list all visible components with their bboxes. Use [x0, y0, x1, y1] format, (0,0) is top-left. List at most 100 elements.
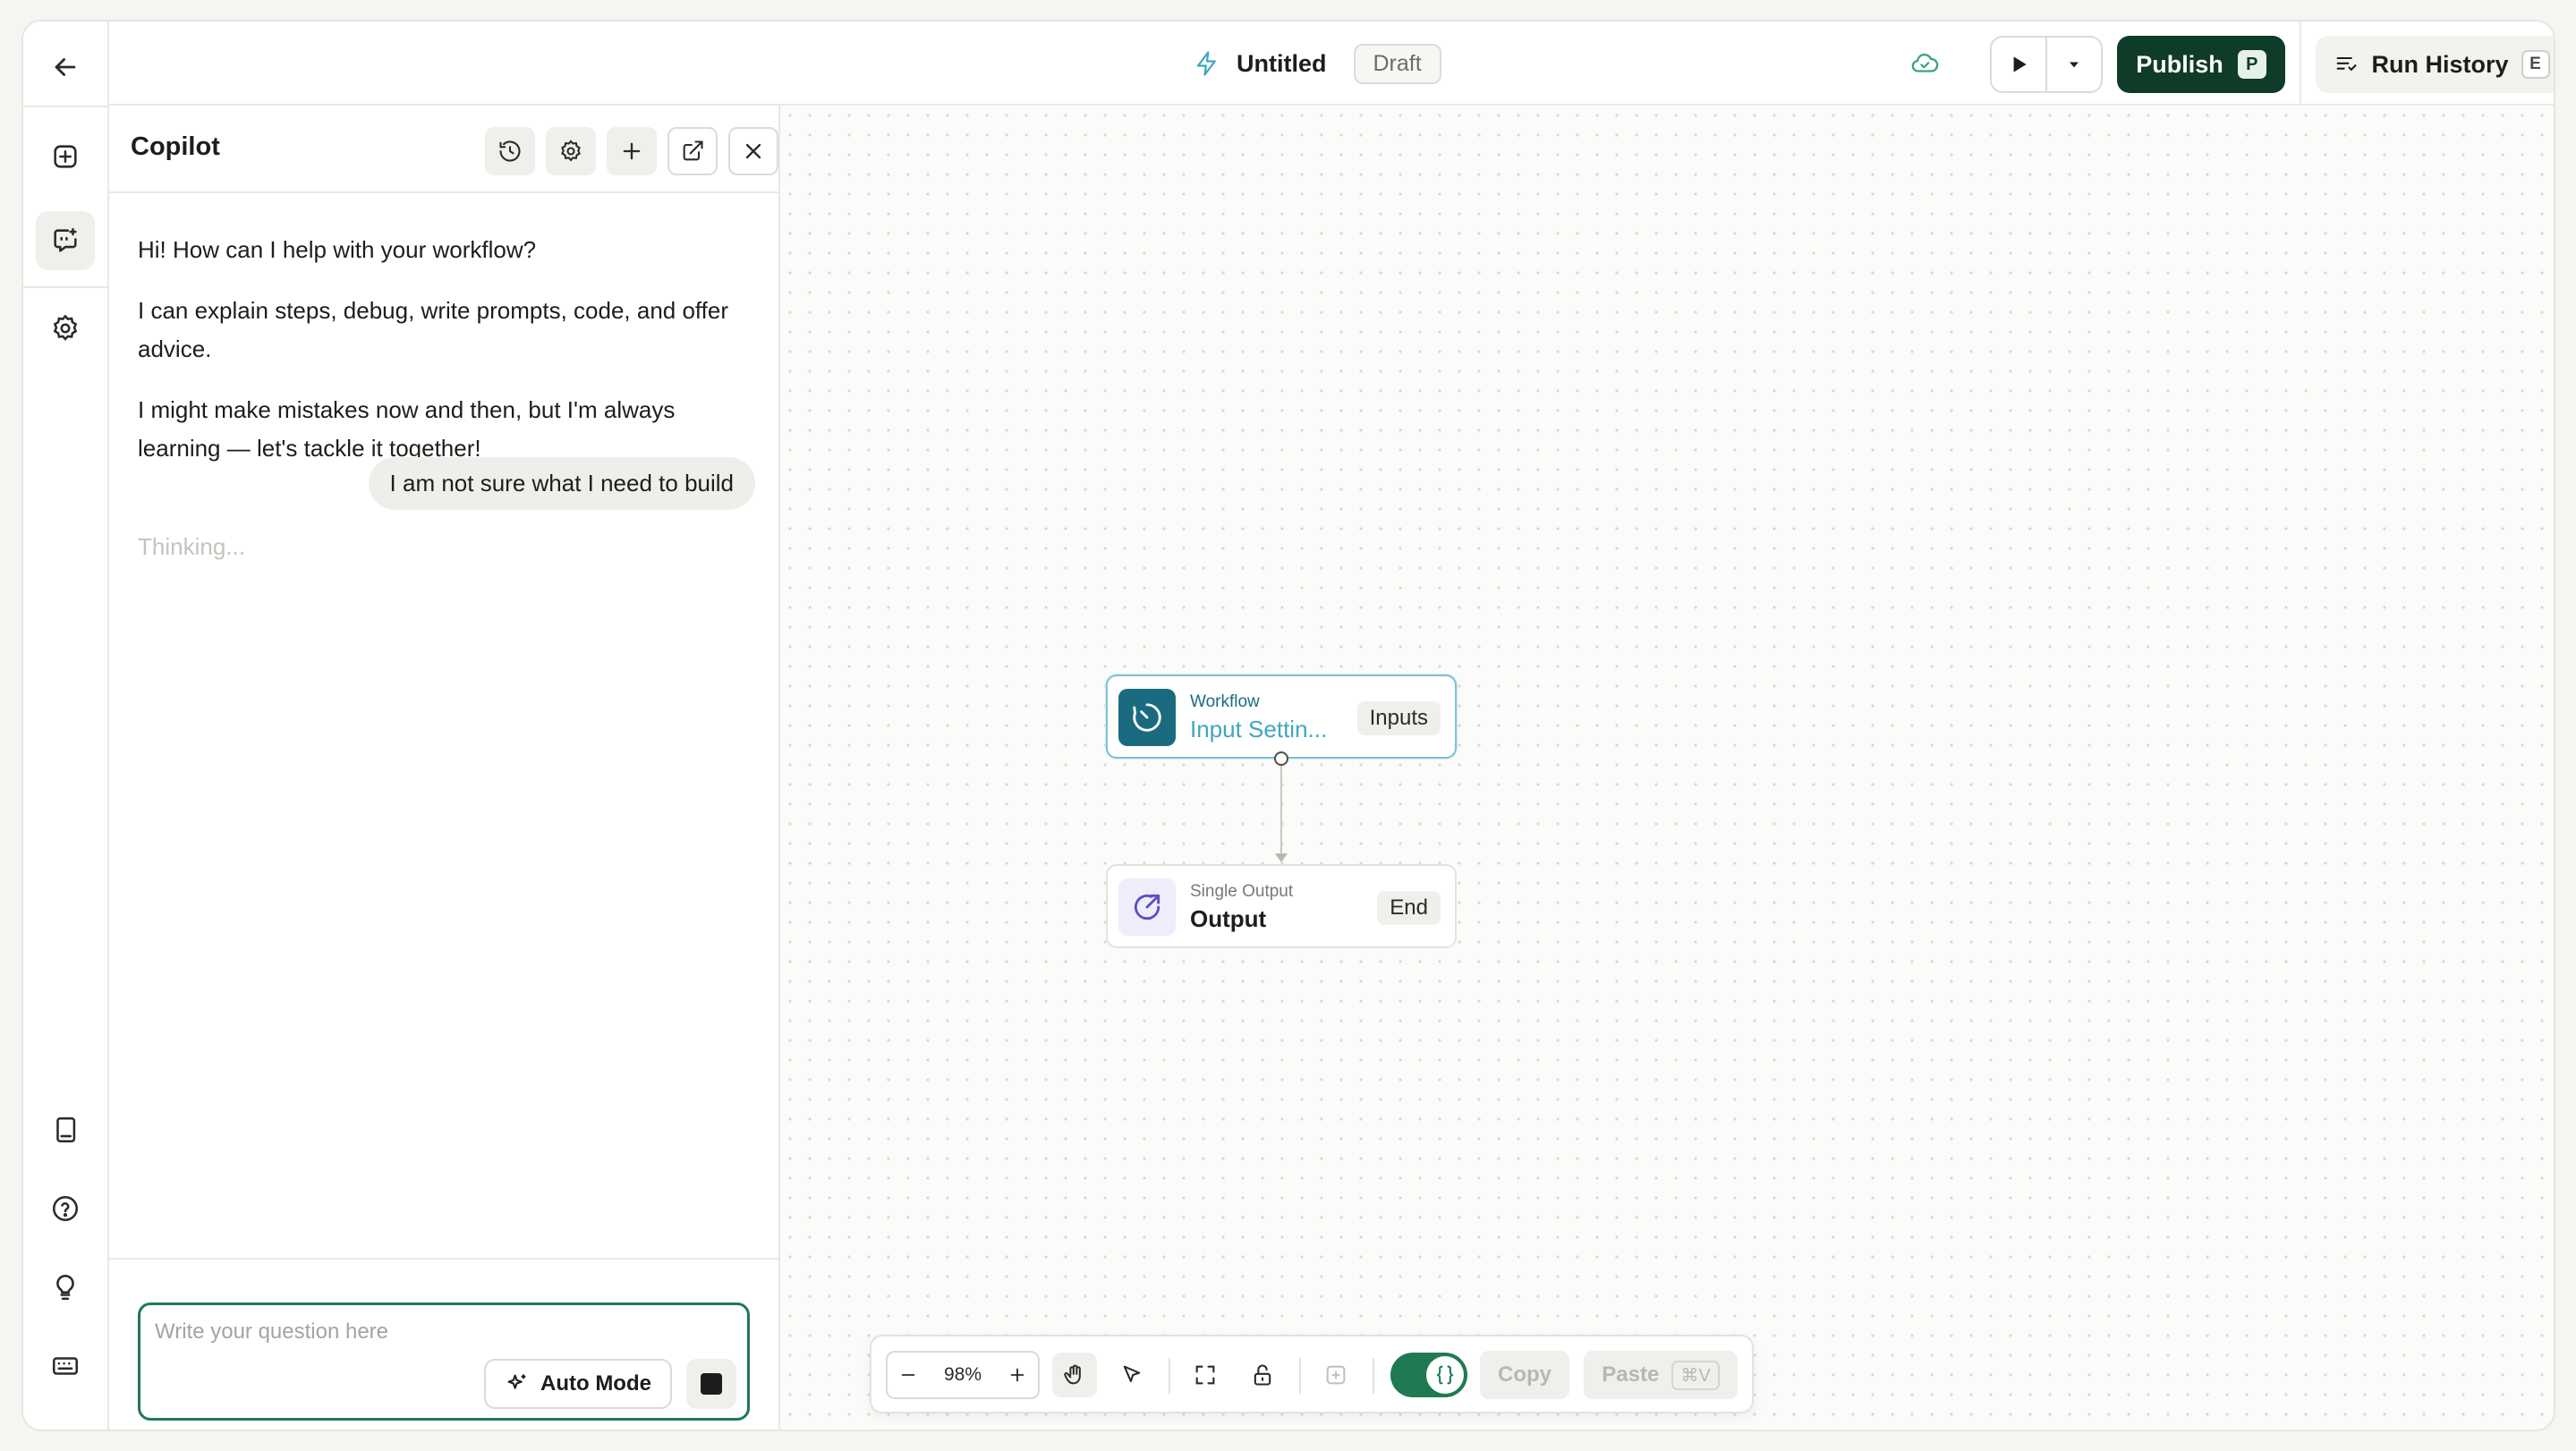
- left-rail: [23, 21, 109, 1430]
- paste-shortcut: ⌘V: [1671, 1360, 1720, 1390]
- publish-shortcut: P: [2237, 50, 2266, 79]
- canvas-toolbar: 98% Copy Paste ⌘V: [870, 1335, 1754, 1413]
- fit-view-button[interactable]: [1183, 1353, 1228, 1397]
- run-button-group: [1990, 36, 2103, 93]
- publish-button[interactable]: Publish P: [2117, 36, 2285, 93]
- node-connector: [1280, 759, 1282, 857]
- hand-tool-button[interactable]: [1052, 1353, 1097, 1397]
- node-icon: [1118, 689, 1176, 746]
- pointer-icon: [1123, 1365, 1141, 1383]
- history-icon: [499, 140, 521, 162]
- arrow-left-icon: [55, 58, 76, 76]
- lightning-icon: [1196, 51, 1216, 76]
- toolbar-divider: [1373, 1358, 1374, 1394]
- assistant-message: I can explain steps, debug, write prompt…: [138, 297, 729, 362]
- external-link-icon: [683, 140, 703, 161]
- cloud-saved-icon: [1911, 53, 1939, 72]
- copilot-title: Copilot: [131, 132, 220, 161]
- stop-icon: [701, 1373, 722, 1395]
- ideas-button[interactable]: [36, 1258, 95, 1317]
- list-icon: [2337, 56, 2358, 72]
- auto-mode-label: Auto Mode: [540, 1371, 651, 1396]
- help-button[interactable]: [36, 1179, 95, 1238]
- run-options-button[interactable]: [2047, 38, 2101, 91]
- zoom-control: 98%: [886, 1351, 1040, 1399]
- node-title: Input Settin...: [1190, 716, 1328, 742]
- run-history-shortcut: E: [2521, 50, 2550, 79]
- back-button[interactable]: [36, 38, 95, 97]
- caret-down-icon: [2070, 62, 2079, 68]
- select-tool-button[interactable]: [1109, 1353, 1154, 1397]
- close-copilot-button[interactable]: [728, 127, 778, 175]
- docs-button[interactable]: [36, 1100, 95, 1159]
- run-button[interactable]: [1992, 38, 2047, 91]
- zoom-out-button[interactable]: [888, 1353, 929, 1397]
- lock-icon: [1254, 1364, 1271, 1386]
- toggle-knob: [1426, 1356, 1464, 1394]
- lock-button[interactable]: [1240, 1353, 1285, 1397]
- copilot-history-button[interactable]: [485, 127, 535, 175]
- toolbar-divider: [1169, 1358, 1170, 1394]
- output-arrow-icon: [1134, 894, 1160, 921]
- gear-icon: [53, 314, 78, 341]
- node-tag: End: [1377, 891, 1441, 925]
- stop-generation-button[interactable]: [686, 1359, 736, 1409]
- close-icon: [745, 143, 761, 159]
- gear-icon: [561, 140, 581, 162]
- question-input[interactable]: [155, 1316, 727, 1348]
- toolbar-divider: [1299, 1358, 1301, 1394]
- plus-icon: [623, 142, 641, 160]
- copilot-settings-button[interactable]: [546, 127, 596, 175]
- paste-button[interactable]: Paste ⌘V: [1584, 1351, 1738, 1399]
- zoom-in-button[interactable]: [997, 1353, 1038, 1397]
- copy-button[interactable]: Copy: [1480, 1351, 1569, 1399]
- top-header: Untitled Draft Publish P Run History E: [109, 21, 2554, 106]
- status-badge: Draft: [1353, 43, 1441, 84]
- add-step-button[interactable]: [36, 127, 95, 186]
- copilot-header: Copilot: [109, 106, 778, 193]
- sparkles-icon: [507, 1374, 526, 1389]
- plus-icon: [1010, 1368, 1024, 1382]
- user-message: I am not sure what I need to build: [368, 457, 755, 510]
- open-external-button[interactable]: [667, 127, 718, 175]
- app-window: Untitled Draft Publish P Run History E C…: [21, 20, 2555, 1431]
- run-history-label: Run History: [2371, 50, 2509, 78]
- new-chat-button[interactable]: [607, 127, 657, 175]
- chat-composer: Auto Mode: [138, 1303, 750, 1421]
- header-divider: [2300, 21, 2301, 106]
- minus-icon: [901, 1374, 915, 1376]
- lightbulb-icon: [56, 1274, 74, 1301]
- output-node[interactable]: Single Output Output End: [1106, 864, 1457, 948]
- copilot-button[interactable]: [36, 211, 95, 270]
- node-tag: Inputs: [1356, 701, 1441, 735]
- workflow-title[interactable]: Untitled: [1237, 50, 1327, 78]
- auto-mode-button[interactable]: Auto Mode: [484, 1359, 672, 1409]
- hand-icon: [1064, 1364, 1081, 1385]
- publish-label: Publish: [2136, 50, 2223, 78]
- add-note-button[interactable]: [1314, 1353, 1358, 1397]
- keyboard-icon: [52, 1357, 79, 1375]
- keyboard-shortcuts-button[interactable]: [36, 1336, 95, 1396]
- run-history-button[interactable]: Run History E: [2316, 36, 2554, 93]
- connector-handle[interactable]: [1274, 751, 1288, 766]
- composer-divider: [109, 1258, 778, 1260]
- node-kind: Workflow: [1190, 692, 1260, 711]
- connector-arrow: [1275, 853, 1288, 862]
- code-mode-toggle[interactable]: [1390, 1353, 1467, 1397]
- timer-icon: [1133, 703, 1161, 732]
- chat-messages: Hi! How can I help with your workflow? I…: [138, 231, 755, 490]
- fullscreen-icon: [1195, 1365, 1215, 1385]
- node-title: Output: [1190, 905, 1267, 932]
- settings-button[interactable]: [36, 299, 95, 358]
- sticky-note-icon: [1326, 1365, 1346, 1385]
- question-circle-icon: [52, 1195, 79, 1222]
- book-icon: [56, 1116, 76, 1143]
- input-settings-node[interactable]: Workflow Input Settin... Inputs: [1106, 675, 1457, 759]
- thinking-indicator: Thinking...: [138, 533, 245, 560]
- play-icon: [2013, 56, 2027, 72]
- workflow-canvas[interactable]: Workflow Input Settin... Inputs Single O…: [780, 106, 2554, 1430]
- node-kind: Single Output: [1190, 882, 1294, 901]
- node-icon: [1118, 878, 1176, 936]
- zoom-level: 98%: [943, 1364, 982, 1385]
- braces-icon: [1436, 1365, 1454, 1385]
